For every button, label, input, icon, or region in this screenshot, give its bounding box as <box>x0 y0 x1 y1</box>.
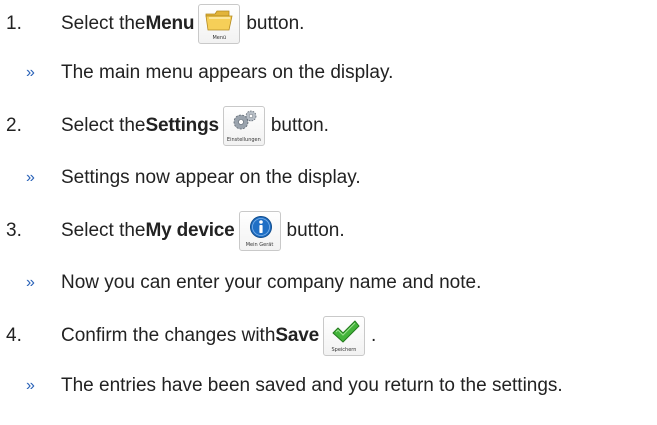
result-text: The entries have been saved and you retu… <box>61 375 563 396</box>
step-number: 1. <box>6 13 22 34</box>
folder-icon <box>205 10 233 31</box>
button-caption: Mein Gerät <box>245 242 274 248</box>
result-marker: » <box>26 64 35 81</box>
info-icon <box>249 216 272 238</box>
result-text: Now you can enter your company name and … <box>61 272 482 293</box>
instruction-text: Select the <box>61 220 146 241</box>
step-instruction: Select the Settings Einstellungen button… <box>61 106 329 146</box>
result-text: Settings now appear on the display. <box>61 167 361 188</box>
result-marker: » <box>26 274 35 291</box>
button-caption: Speichern <box>331 347 357 353</box>
instruction-text: button. <box>246 13 305 34</box>
step-number: 2. <box>6 115 22 136</box>
result-marker: » <box>26 377 35 394</box>
step-number: 4. <box>6 325 22 346</box>
settings-button-image: Einstellungen <box>222 106 265 146</box>
instruction-text: button. <box>270 115 329 136</box>
button-name: My device <box>145 220 235 241</box>
my-device-button-image: Mein Gerät <box>238 211 281 251</box>
menu-button-image: Menü <box>198 4 241 44</box>
step-instruction: Select the Menu Menü button. <box>61 4 304 44</box>
instruction-text: Select the <box>61 115 146 136</box>
result-marker: » <box>26 169 35 186</box>
save-button-image: Speichern <box>322 316 365 356</box>
checkmark-icon <box>332 320 360 343</box>
gears-icon <box>233 110 257 130</box>
step-number: 3. <box>6 220 22 241</box>
result-text: The main menu appears on the display. <box>61 62 394 83</box>
step-instruction: Confirm the changes with Save Speichern … <box>61 316 376 356</box>
instruction-text: Confirm the changes with <box>61 325 276 346</box>
instruction-text: . <box>370 325 377 346</box>
button-caption: Menü <box>212 35 227 41</box>
instruction-text: button. <box>286 220 345 241</box>
button-name: Settings <box>145 115 220 136</box>
button-name: Menu <box>145 13 195 34</box>
instruction-text: Select the <box>61 13 146 34</box>
button-caption: Einstellungen <box>226 137 261 143</box>
button-name: Save <box>275 325 319 346</box>
step-instruction: Select the My device Mein Gerät button. <box>61 211 345 251</box>
